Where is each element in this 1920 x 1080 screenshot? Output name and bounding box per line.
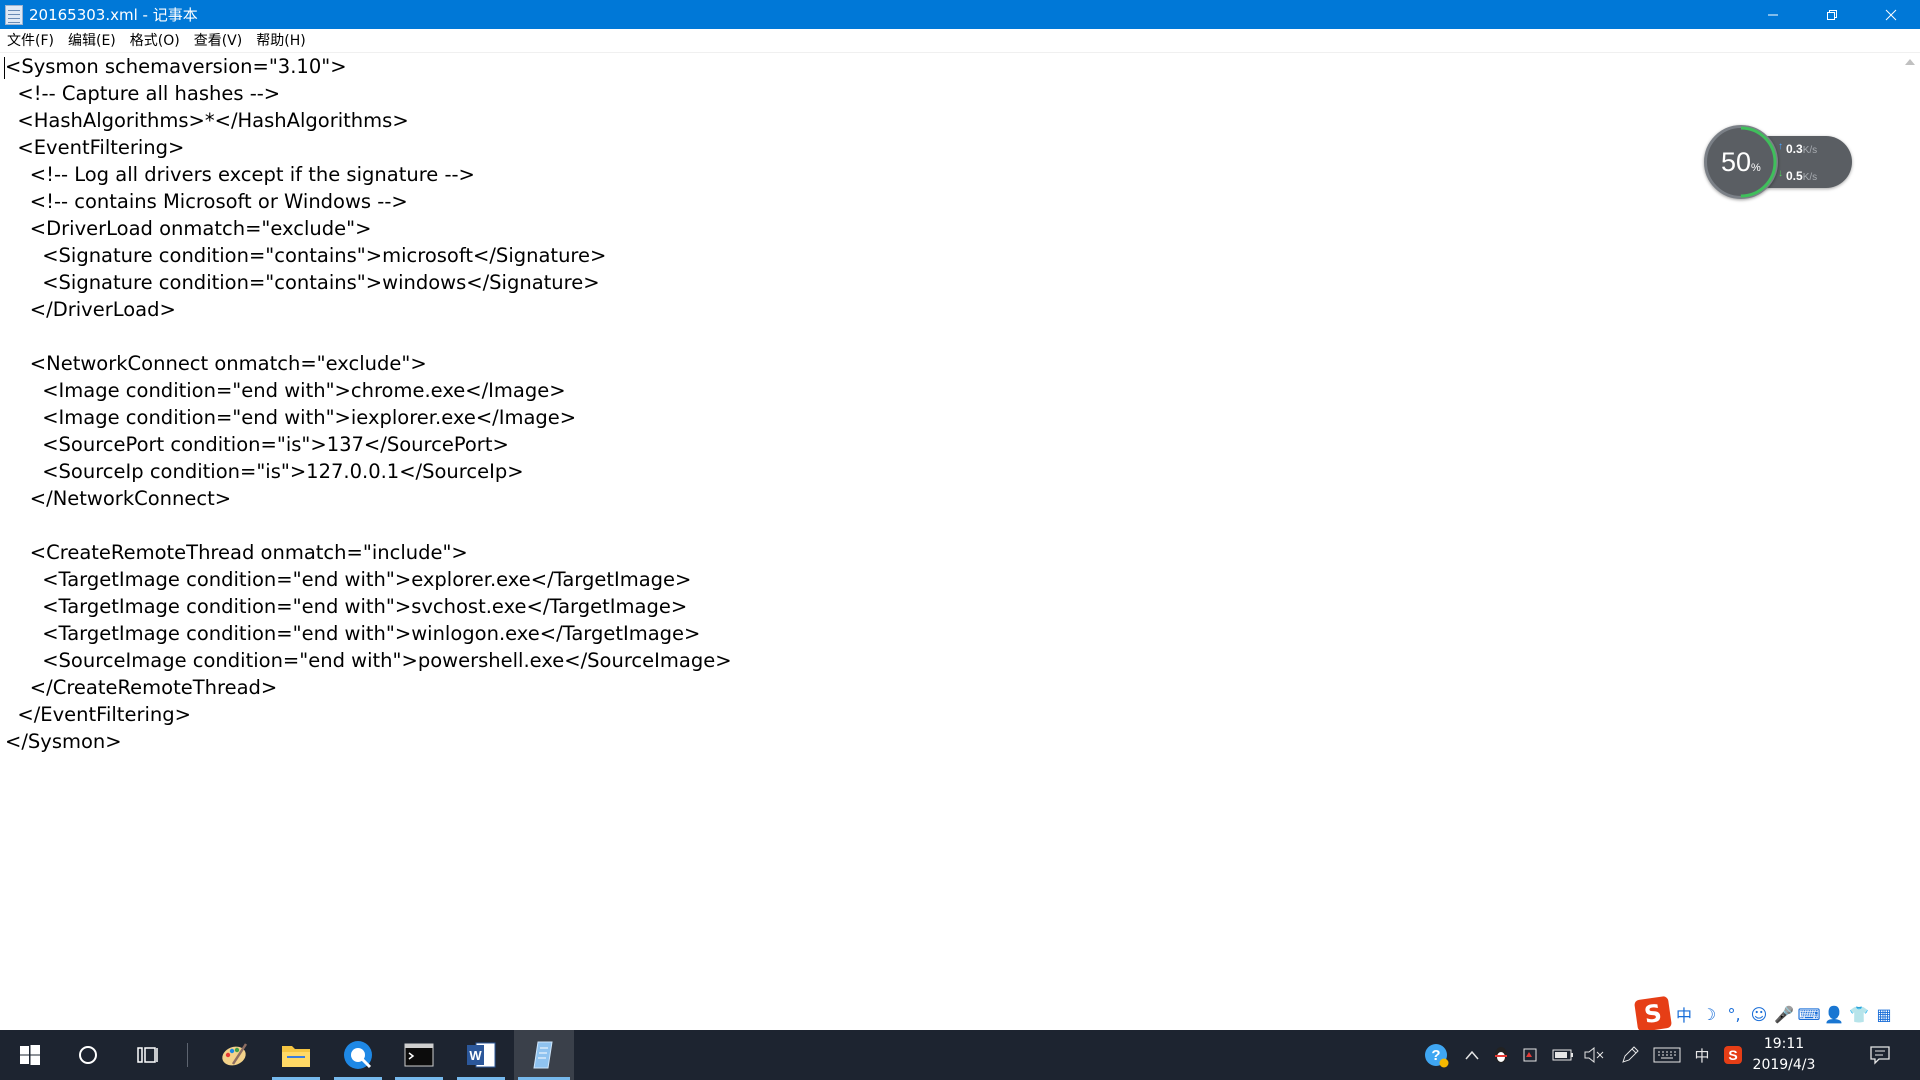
action-center-button[interactable] [1860,1030,1900,1080]
ime-mode-icon[interactable]: 中 [1673,1003,1695,1025]
show-hidden-icons-chevron[interactable] [1458,1030,1486,1080]
taskbar-app-file-explorer[interactable] [268,1030,324,1080]
title-bar[interactable]: 20165303.xml - 记事本 [0,0,1920,29]
ime-toolbar: S 中 ☽ °, ☺ 🎤 ⌨ 👤 👕 ▦ [1633,995,1920,1033]
volume-muted-icon [1584,1047,1604,1063]
text-editor[interactable]: <Sysmon schemaversion="3.10"> <!-- Captu… [0,53,1900,1029]
editor-content[interactable]: <Sysmon schemaversion="3.10"> <!-- Captu… [5,53,732,755]
battery-icon [1552,1049,1573,1061]
skin-icon[interactable]: 👕 [1848,1003,1870,1025]
help-tray-icon[interactable]: ? [1420,1030,1454,1080]
vertical-scrollbar[interactable] [1900,53,1920,1029]
system-clock[interactable]: 19:11 2019/4/3 [1738,1030,1830,1080]
emoji-icon[interactable]: ☺ [1748,1003,1770,1025]
toolbox-icon[interactable]: ▦ [1873,1003,1895,1025]
memory-usage-gauge: 50% [1704,125,1778,199]
tray-app-icon [1523,1048,1537,1062]
restore-icon [1826,9,1837,20]
scroll-up-icon[interactable] [1905,59,1915,65]
menu-bar: 文件(F) 编辑(E) 格式(O) 查看(V) 帮助(H) [0,29,1920,53]
menu-view[interactable]: 查看(V) [187,29,250,53]
taskbar-app-notepad[interactable] [514,1030,574,1080]
folder-icon [282,1046,310,1067]
microphone-icon[interactable]: 🎤 [1773,1003,1795,1025]
clock-date: 2019/4/3 [1752,1057,1816,1073]
minimize-button[interactable] [1743,0,1802,29]
word-icon: W [467,1042,496,1068]
window-title: 20165303.xml - 记事本 [29,6,198,24]
close-icon [1885,9,1896,20]
download-rate: 0.5K/s [1786,169,1818,183]
svg-text:W: W [469,1048,482,1063]
text-caret [4,57,5,79]
qq-tray-icon[interactable] [1488,1030,1514,1080]
taskbar-app-word[interactable]: W [453,1030,509,1080]
notepad-icon [5,4,23,25]
cortana-button[interactable] [60,1030,116,1080]
chevron-up-icon [1465,1050,1479,1060]
keyboard-icon[interactable]: ⌨ [1797,1003,1820,1025]
close-button[interactable] [1861,0,1920,29]
sogou-logo-icon[interactable]: S [1633,995,1673,1033]
cortana-icon [79,1046,97,1064]
taskbar: W ? 中 S 19:11 2019/4/3 [0,1030,1920,1080]
network-monitor-widget[interactable]: ↑ 0.3K/s ↓ 0.5K/s 50% [1704,125,1854,199]
menu-file[interactable]: 文件(F) [0,29,61,53]
upload-rate: 0.3K/s [1786,142,1818,156]
minimize-icon [1767,14,1778,15]
windows-logo-icon [20,1045,40,1065]
pen-icon [1622,1046,1639,1063]
help-icon: ? [1425,1044,1449,1068]
restore-button[interactable] [1802,0,1861,29]
moon-icon[interactable]: ☽ [1698,1003,1720,1025]
punctuation-icon[interactable]: °, [1723,1003,1745,1025]
task-view-icon [137,1047,158,1063]
menu-help[interactable]: 帮助(H) [249,29,312,53]
qq-browser-icon [344,1041,372,1069]
taskbar-app-terminal[interactable] [391,1030,447,1080]
svg-text:?: ? [1431,1047,1440,1064]
taskbar-separator [187,1043,188,1067]
battery-tray-icon[interactable] [1548,1030,1578,1080]
keyboard-icon [1653,1047,1681,1063]
notification-icon [1870,1046,1890,1065]
upload-arrow-icon: ↑ [1778,141,1783,152]
clock-time: 19:11 [1763,1036,1805,1052]
input-language-indicator[interactable]: 中 [1688,1030,1716,1080]
menu-format[interactable]: 格式(O) [123,29,187,53]
taskbar-app-qq-browser[interactable] [330,1030,386,1080]
svg-text:S: S [1728,1047,1737,1063]
task-view-button[interactable] [120,1030,176,1080]
window-controls [1743,0,1920,29]
touch-keyboard-tray-icon[interactable] [1650,1030,1684,1080]
terminal-icon [404,1043,434,1067]
taskbar-app-paint[interactable] [206,1030,262,1080]
pen-tray-icon[interactable] [1614,1030,1646,1080]
menu-edit[interactable]: 编辑(E) [61,29,123,53]
notepad-icon [533,1041,553,1069]
user-icon[interactable]: 👤 [1823,1003,1845,1025]
volume-tray-icon[interactable] [1580,1030,1610,1080]
qq-penguin-icon [1495,1047,1507,1063]
start-button[interactable] [2,1030,58,1080]
memory-usage-percent: 50% [1721,147,1761,177]
palette-icon [222,1043,248,1066]
download-arrow-icon: ↓ [1778,168,1783,179]
app-tray-icon[interactable] [1516,1030,1544,1080]
